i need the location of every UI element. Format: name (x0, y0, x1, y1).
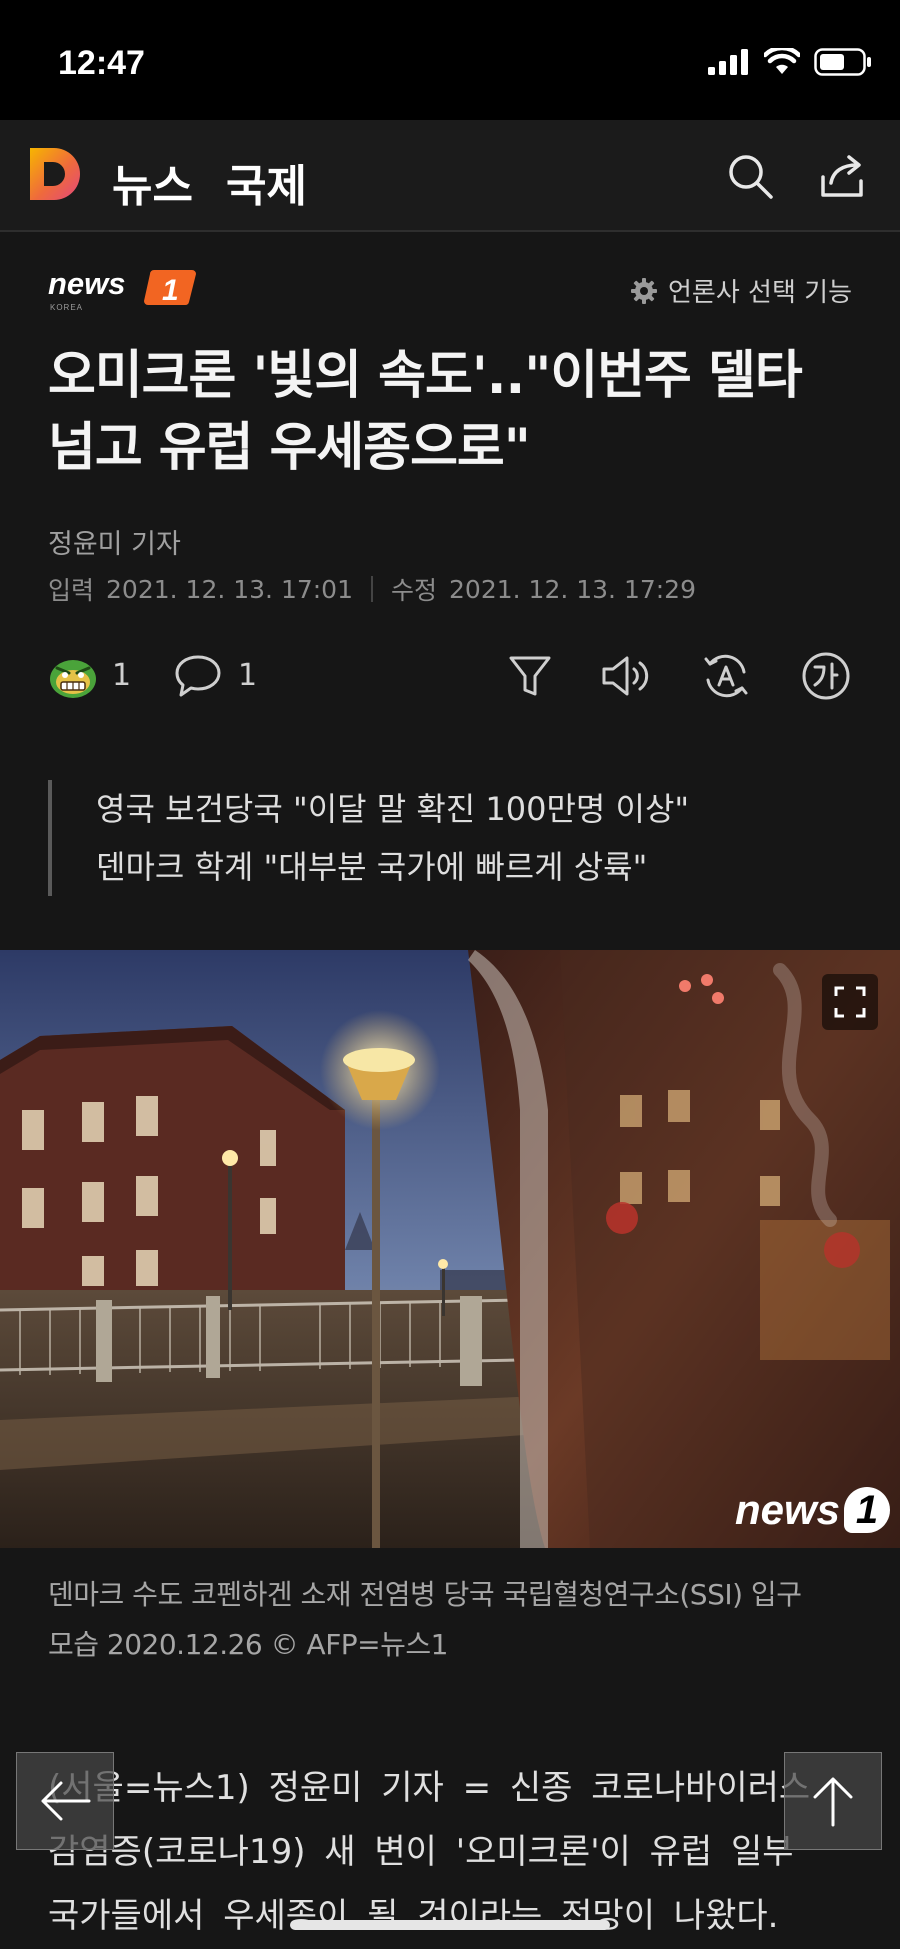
arrow-up-icon (813, 1777, 853, 1827)
comment-bubble-icon (175, 655, 221, 697)
comment-count: 1 (238, 658, 258, 693)
gear-icon (631, 277, 658, 304)
article-summary: 영국 보건당국 "이달 말 확진 100만명 이상" 덴마크 학계 "대부분 국… (48, 780, 689, 896)
body-line-3: 국가들에서 우세종이 될 것이라는 전망이 나왔다. (48, 1896, 779, 1936)
photo-expand-button[interactable] (822, 974, 878, 1030)
text-to-speech-button[interactable] (600, 650, 652, 702)
translate-icon (704, 654, 748, 698)
scroll-top-button[interactable] (784, 1752, 882, 1850)
photo-copenhagen-institute (0, 950, 900, 1548)
photo-watermark-one: 1 (844, 1487, 890, 1533)
article-dates: 입력 2021. 12. 13. 17:01 수정 2021. 12. 13. … (48, 571, 696, 607)
headline-line-1: 오미크론 '빛의 속도'.."이번주 델타 (48, 346, 803, 406)
article-headline: 오미크론 '빛의 속도'.."이번주 델타 넘고 유럽 우세종으로" (48, 340, 868, 484)
press-logo[interactable]: news 1 KOREA (48, 264, 200, 314)
share-icon (821, 155, 863, 197)
body-line-2: 감염증(코로나19) 새 변이 '오미크론'이 유럽 일부 (48, 1832, 794, 1872)
arrow-left-icon (41, 1781, 91, 1821)
wifi-icon (764, 48, 800, 74)
summary-line-1: 영국 보건당국 "이달 말 확진 100만명 이상" (96, 790, 690, 828)
svg-text:news: news (48, 266, 126, 301)
svg-text:1: 1 (162, 274, 179, 307)
nav-section-international[interactable]: 국제 (226, 150, 307, 214)
battery-icon (814, 48, 871, 76)
top-nav-bar: 뉴스 국제 (0, 120, 900, 232)
speaker-icon (602, 656, 649, 696)
input-date: 2021. 12. 13. 17:01 (106, 574, 353, 604)
search-icon (729, 155, 773, 199)
edit-date: 2021. 12. 13. 17:29 (449, 574, 696, 604)
share-button[interactable] (812, 146, 872, 206)
date-divider (371, 576, 373, 602)
body-line-1: (서울=뉴스1) 정윤미 기자 = 신종 코로나바이러스 (48, 1768, 811, 1808)
summary-button[interactable] (504, 650, 556, 702)
back-button[interactable] (16, 1752, 114, 1850)
photo-caption: 덴마크 수도 코펜하겐 소재 전염병 당국 국립혈청연구소(SSI) 입구 모습… (48, 1570, 864, 1670)
comment-button[interactable] (172, 650, 224, 702)
cellular-signal-icon (708, 49, 748, 75)
news1-logo-icon: news 1 KOREA (48, 266, 196, 312)
translate-button[interactable] (700, 650, 752, 702)
status-bar: 12:47 (0, 0, 900, 120)
svg-text:KOREA: KOREA (50, 303, 83, 312)
funnel-summary-icon (509, 656, 551, 696)
press-select-button[interactable]: 언론사 선택 기능 (630, 272, 852, 309)
expand-icon (834, 986, 866, 1018)
home-indicator[interactable] (290, 1920, 610, 1930)
search-button[interactable] (720, 146, 780, 206)
input-date-label: 입력 (48, 576, 95, 605)
photo-watermark-text: news (734, 1486, 840, 1533)
press-select-label: 언론사 선택 기능 (668, 278, 852, 308)
article-action-bar: 1 1 (48, 648, 858, 704)
status-time: 12:47 (58, 44, 145, 82)
summary-line-2: 덴마크 학계 "대부분 국가에 빠르게 상륙" (96, 848, 648, 886)
status-icons (708, 48, 872, 76)
article-photo[interactable]: news 1 (0, 950, 900, 1548)
font-size-button[interactable] (800, 650, 852, 702)
reporter-name[interactable]: 정윤미 기자 (48, 522, 181, 561)
font-size-icon (802, 652, 850, 700)
reaction-count: 1 (112, 658, 132, 693)
nav-news-title[interactable]: 뉴스 (112, 150, 193, 214)
daum-logo-icon[interactable] (26, 144, 86, 204)
angry-reaction-icon[interactable] (48, 652, 98, 700)
edit-date-label: 수정 (391, 576, 438, 605)
caption-line-2: 모습 2020.12.26 © AFP=뉴스1 (48, 1628, 448, 1661)
photo-watermark: news 1 (735, 1486, 890, 1534)
caption-line-1: 덴마크 수도 코펜하겐 소재 전염병 당국 국립혈청연구소(SSI) 입구 (48, 1578, 802, 1611)
headline-line-2: 넘고 유럽 우세종으로" (48, 418, 531, 478)
